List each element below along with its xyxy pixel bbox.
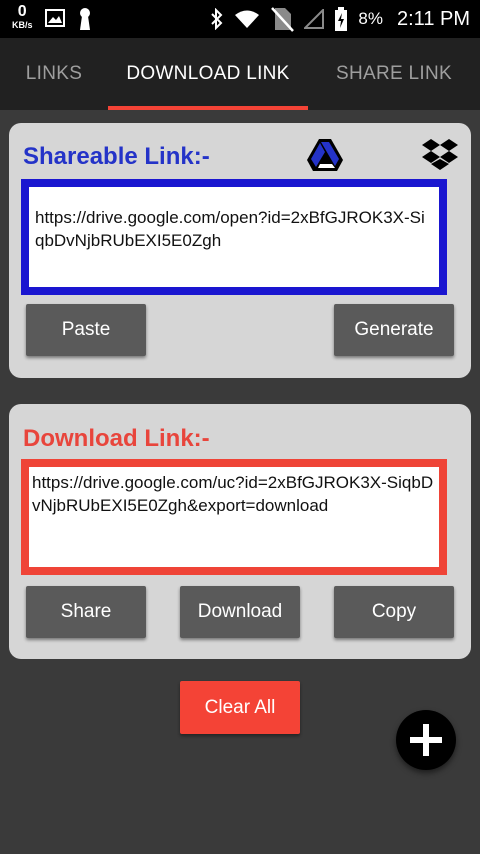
add-fab-button[interactable] xyxy=(396,710,456,770)
status-right: 8% 2:11 PM xyxy=(210,0,470,38)
google-drive-icon[interactable] xyxy=(306,137,344,173)
net-speed: 0 KB/s xyxy=(12,4,33,30)
status-bar: 0 KB/s 8% 2:11 PM xyxy=(0,0,480,38)
tab-bar: LINKS DOWNLOAD LINK SHARE LINK xyxy=(0,38,480,110)
download-link-title: Download Link:- xyxy=(23,425,210,452)
shareable-link-title: Shareable Link:- xyxy=(23,143,210,170)
clock: 2:11 PM xyxy=(397,7,470,30)
gallery-icon xyxy=(44,9,65,27)
net-speed-value: 0 xyxy=(17,3,27,20)
download-button[interactable]: Download xyxy=(180,586,300,638)
generate-button[interactable]: Generate xyxy=(334,304,454,356)
battery-charging-icon xyxy=(335,7,348,31)
plus-icon xyxy=(410,724,442,756)
status-left: 0 KB/s xyxy=(12,4,93,31)
download-link-card: Download Link:- https://drive.google.com… xyxy=(9,404,471,659)
dropbox-icon[interactable] xyxy=(422,137,458,171)
share-button[interactable]: Share xyxy=(26,586,146,638)
clear-all-button[interactable]: Clear All xyxy=(180,681,300,734)
paste-button[interactable]: Paste xyxy=(26,304,146,356)
active-tab-indicator xyxy=(108,106,308,110)
signal-icon xyxy=(304,9,325,29)
shareable-link-input[interactable]: https://drive.google.com/open?id=2xBfGJR… xyxy=(21,179,447,295)
tab-share-link[interactable]: SHARE LINK xyxy=(308,38,480,110)
copy-button[interactable]: Copy xyxy=(334,586,454,638)
shareable-link-card: Shareable Link:- https://drive.google.co… xyxy=(9,123,471,378)
bluetooth-icon xyxy=(211,8,223,30)
net-speed-unit: KB/s xyxy=(12,20,33,30)
tab-download-link[interactable]: DOWNLOAD LINK xyxy=(108,38,308,110)
download-link-output[interactable]: https://drive.google.com/uc?id=2xBfGJROK… xyxy=(21,459,447,575)
keyhole-icon xyxy=(79,8,90,30)
tab-links[interactable]: LINKS xyxy=(0,38,108,110)
battery-percent: 8% xyxy=(358,9,383,28)
no-sim-icon xyxy=(271,7,295,32)
wifi-icon xyxy=(235,10,260,28)
